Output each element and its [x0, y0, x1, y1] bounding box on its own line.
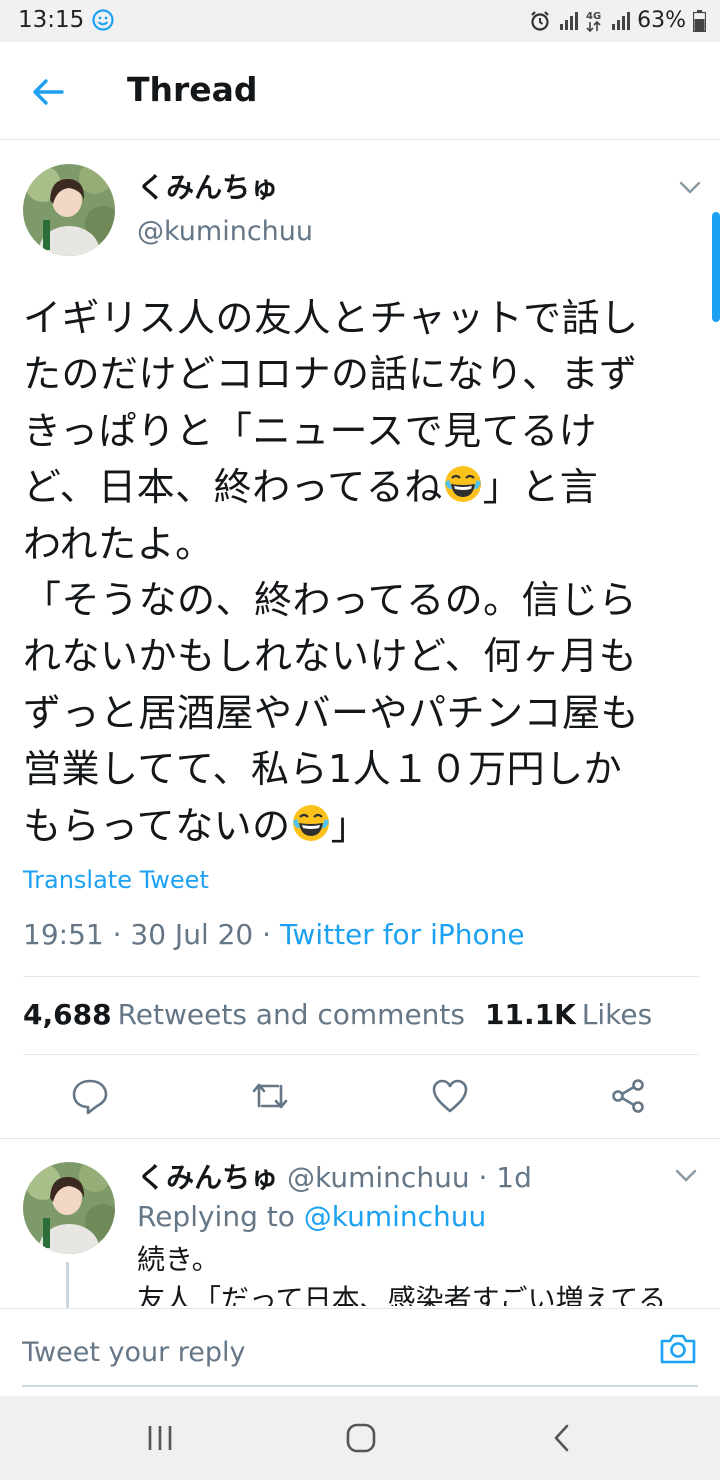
translate-tweet-link[interactable]: Translate Tweet — [23, 866, 209, 894]
likes-count[interactable]: 11.1K — [485, 998, 576, 1031]
tweet-line: ど、日本、終わってるね — [23, 465, 443, 510]
tweet-line: ずっと居酒屋やバーやパチンコ屋も — [23, 690, 640, 735]
scroll-indicator[interactable] — [712, 212, 720, 322]
tweet-line: 営業してて、私ら1人１０万円しか — [23, 747, 623, 792]
tweet-line: われたよ。 — [23, 521, 214, 566]
replying-handle-link[interactable]: @kuminchuu — [304, 1200, 487, 1233]
arrow-left-icon[interactable] — [30, 74, 66, 110]
signal-icon — [560, 11, 579, 30]
battery-percent: 63% — [637, 8, 686, 33]
recent-apps-icon[interactable] — [144, 1422, 176, 1454]
tweet-date: 30 Jul 20 — [130, 918, 254, 951]
tweet-reply-input[interactable] — [22, 1329, 622, 1375]
avatar-photo — [23, 1162, 115, 1254]
reply-author-handle[interactable]: @kuminchuu — [287, 1161, 470, 1194]
reply-icon[interactable] — [70, 1076, 110, 1116]
tweet-text: イギリス人の友人とチャットで話し たのだけどコロナの話になり、まず きっぱりと「… — [23, 290, 713, 854]
avatar-photo — [23, 164, 115, 256]
reply-avatar[interactable] — [23, 1162, 115, 1254]
tweet-line: 」と言 — [482, 465, 599, 510]
battery-icon — [693, 9, 706, 32]
tweet-source-link[interactable]: Twitter for iPhone — [280, 918, 525, 951]
reply-age: 1d — [496, 1161, 532, 1194]
reply-text: 続き。 友人「だって日本、感染者すごい増えてる — [137, 1240, 697, 1306]
status-right-icons: 4G 63% — [529, 8, 706, 33]
share-icon[interactable] — [608, 1076, 648, 1116]
tweet-line: 」 — [330, 803, 370, 848]
page-title: Thread — [127, 70, 258, 109]
status-bar: 13:15 4G 63% — [0, 0, 720, 42]
author-handle[interactable]: @kuminchuu — [137, 216, 313, 247]
back-nav-icon[interactable] — [546, 1422, 578, 1454]
reply-line: 友人「だって日本、感染者すごい増えてる — [137, 1283, 667, 1306]
reply-header: くみんちゅ @kuminchuu · 1d — [137, 1156, 532, 1196]
thread-connector-line — [66, 1262, 69, 1312]
camera-icon[interactable] — [658, 1329, 698, 1369]
likes-label[interactable]: Likes — [582, 998, 652, 1031]
author-name[interactable]: くみんちゅ — [137, 166, 278, 206]
tweet-line: 「そうなの、終わってるの。信じら — [23, 578, 638, 623]
alarm-icon — [531, 10, 549, 31]
tweet-line: イギリス人の友人とチャットで話し — [23, 296, 639, 340]
retweets-label[interactable]: Retweets and comments — [118, 998, 465, 1031]
compose-bar — [0, 1308, 720, 1396]
tweet-meta: 19:51 · 30 Jul 20 · Twitter for iPhone — [23, 918, 525, 951]
tweet-line: れないかもしれないけど、何ヶ月も — [23, 634, 638, 679]
status-time: 13:15 — [18, 7, 85, 33]
network-4g-icon: 4G — [586, 11, 601, 32]
divider — [23, 1054, 699, 1055]
laughing-tears-emoji-icon — [444, 466, 481, 503]
signal-icon-2 — [612, 11, 631, 30]
tweet-time: 19:51 — [23, 918, 104, 951]
input-underline — [22, 1385, 698, 1387]
chevron-down-icon[interactable] — [672, 1166, 700, 1186]
system-nav-bar — [0, 1396, 720, 1480]
meta-separator: · — [469, 1161, 497, 1194]
meta-separator: · — [253, 918, 280, 951]
reply-line: 続き。 — [137, 1243, 220, 1276]
retweets-count[interactable]: 4,688 — [23, 998, 112, 1031]
chevron-down-icon[interactable] — [676, 178, 704, 198]
tweet-line: もらってないの — [23, 803, 291, 848]
tweet-stats: 4,688 Retweets and comments 11.1K Likes — [23, 998, 652, 1031]
divider — [23, 976, 699, 977]
avatar[interactable] — [23, 164, 115, 256]
laughing-tears-emoji-icon — [292, 804, 329, 841]
smiley-notification-icon — [92, 9, 114, 31]
replying-label: Replying to — [137, 1200, 295, 1233]
reply-author-name[interactable]: くみんちゅ — [137, 1161, 278, 1194]
like-icon[interactable] — [430, 1076, 470, 1116]
replying-to: Replying to @kuminchuu — [137, 1200, 486, 1233]
svg-text:4G: 4G — [586, 11, 601, 22]
tweet-line: きっぱりと「ニュースで見てるけ — [23, 408, 598, 453]
tweet-line: たのだけどコロナの話になり、まず — [23, 352, 638, 397]
retweet-icon[interactable] — [250, 1076, 290, 1116]
thread-header: Thread — [0, 42, 720, 140]
divider — [0, 1138, 720, 1139]
home-icon[interactable] — [345, 1422, 377, 1454]
meta-separator: · — [103, 918, 131, 951]
